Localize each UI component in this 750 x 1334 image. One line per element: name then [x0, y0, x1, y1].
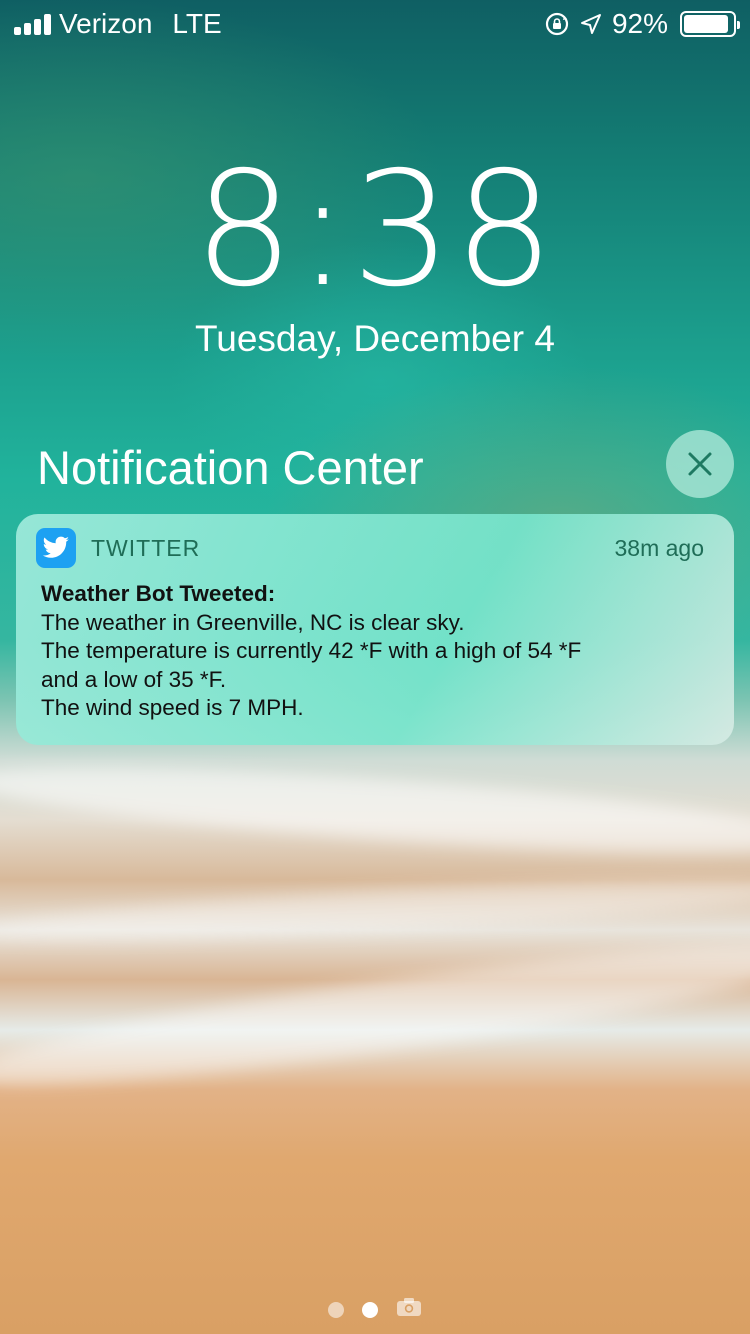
- status-bar-right: 92%: [544, 8, 740, 40]
- notification-line: The weather in Greenville, NC is clear s…: [41, 609, 465, 635]
- status-bar: Verizon LTE 92%: [0, 0, 750, 48]
- close-icon: [688, 452, 712, 476]
- lock-screen-time: 8:38: [193, 138, 557, 322]
- wave-foam: [0, 867, 750, 953]
- location-icon: [578, 11, 604, 37]
- page-dot[interactable]: [328, 1301, 344, 1318]
- notification-line: and a low of 35 *F.: [41, 666, 227, 692]
- notification-line: The wind speed is 7 MPH.: [41, 695, 304, 720]
- notification-app-name: TWITTER: [91, 534, 201, 561]
- status-bar-left: Verizon LTE: [14, 8, 222, 40]
- page-dot-active[interactable]: [362, 1301, 378, 1318]
- clear-notifications-button[interactable]: [666, 430, 734, 498]
- battery-icon: [680, 11, 740, 37]
- notification-time: 38m ago: [614, 534, 704, 561]
- twitter-bird-icon: [36, 528, 76, 568]
- notification-body: Weather Bot Tweeted: The weather in Gree…: [41, 580, 714, 723]
- notification-card[interactable]: TWITTER 38m ago Weather Bot Tweeted: The…: [16, 514, 734, 745]
- camera-icon[interactable]: [396, 1297, 422, 1322]
- notification-header: TWITTER 38m ago: [36, 528, 704, 568]
- wave-foam: [0, 750, 750, 870]
- notification-title: Weather Bot Tweeted:: [41, 581, 276, 606]
- page-indicator: [0, 1297, 750, 1322]
- wave-foam: [0, 920, 750, 1110]
- battery-percent: 92%: [611, 8, 668, 39]
- carrier-name: Verizon: [59, 8, 153, 39]
- network-type: LTE: [172, 8, 222, 39]
- lock-screen-date: Tuesday, December 4: [195, 318, 555, 359]
- rotation-lock-icon: [544, 11, 570, 37]
- signal-icon: [14, 13, 51, 35]
- notification-center-title: Notification Center: [37, 441, 424, 494]
- battery-level: [684, 15, 729, 33]
- notification-line: The temperature is currently 42 *F with …: [41, 638, 582, 663]
